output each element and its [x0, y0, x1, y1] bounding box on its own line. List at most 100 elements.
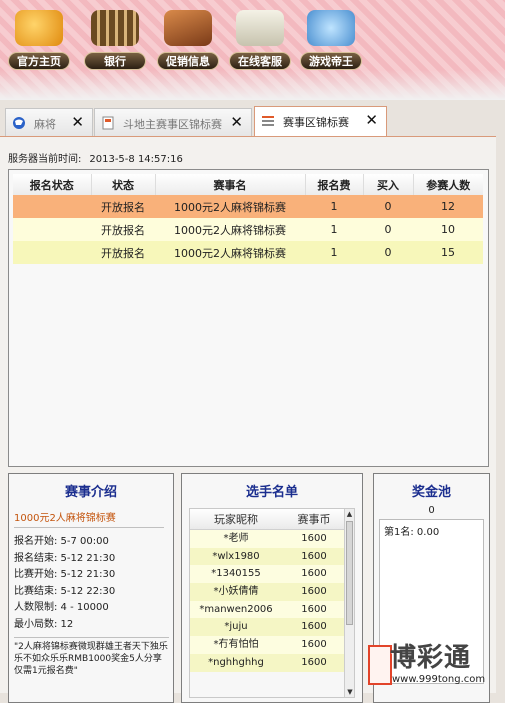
- close-icon[interactable]: ✕: [365, 111, 378, 129]
- list-item[interactable]: *老师 1600: [190, 530, 354, 548]
- tab-mahjong[interactable]: 麻将 ✕: [5, 108, 93, 136]
- server-time: 服务器当前时间: 2013-5-8 14:57:16: [8, 150, 183, 165]
- player-coins: 1600: [301, 656, 327, 668]
- intro-row: 报名开始: 5-7 00:00: [14, 536, 109, 547]
- watermark-logo: 博彩通 www.999tong.com: [368, 637, 505, 693]
- tab-label: 麻将: [34, 118, 56, 131]
- book-icon: [164, 10, 212, 46]
- nav-bank-button[interactable]: 银行: [84, 10, 146, 72]
- close-icon[interactable]: ✕: [71, 113, 84, 131]
- nav-label: 促销信息: [157, 52, 219, 70]
- scrollbar[interactable]: ▲ ▼: [344, 509, 354, 697]
- intro-event-name: 1000元2人麻将锦标赛: [14, 509, 164, 528]
- event-intro-panel: 赛事介绍 1000元2人麻将锦标赛 报名开始: 5-7 00:00 报名结束: …: [8, 473, 174, 703]
- col-header[interactable]: 买入: [363, 174, 414, 195]
- intro-title: 赛事介绍: [64, 485, 117, 500]
- close-icon[interactable]: ✕: [230, 113, 243, 131]
- col-header[interactable]: 状态: [91, 174, 156, 195]
- cell: 开放报名: [91, 195, 155, 218]
- abacus-icon: [91, 10, 139, 46]
- list-item[interactable]: *manwen2006 1600: [190, 600, 354, 619]
- cell: 0: [363, 241, 413, 264]
- player-coins: 1600: [301, 568, 327, 580]
- col-header[interactable]: 报名费: [305, 174, 364, 195]
- player-nick: *nghhghhg: [208, 656, 264, 668]
- player-nick: *manwen2006: [199, 603, 273, 615]
- nav-promo-button[interactable]: 促销信息: [157, 10, 219, 72]
- globe-icon: [13, 117, 25, 129]
- col-header[interactable]: 赛事名: [155, 174, 306, 195]
- table-row[interactable]: 开放报名 1000元2人麻将锦标赛 1 0 10: [13, 218, 483, 241]
- cell: [13, 195, 91, 218]
- cell: 0: [363, 195, 413, 218]
- server-time-label: 服务器当前时间:: [8, 154, 82, 165]
- watermark-url: www.999tong.com: [392, 674, 486, 685]
- player-coins: 1600: [301, 586, 327, 598]
- cell: 1: [305, 218, 363, 241]
- nav-label: 在线客服: [229, 52, 291, 70]
- scroll-down-icon[interactable]: ▼: [345, 687, 354, 697]
- list-item[interactable]: *juju 1600: [190, 618, 354, 637]
- intro-row: 比赛开始: 5-12 21:30: [14, 569, 116, 580]
- list-item[interactable]: *nghhghhg 1600: [190, 653, 354, 672]
- cell: 15: [413, 241, 483, 264]
- prize-title: 奖金池: [411, 485, 451, 500]
- tab-tournament[interactable]: 赛事区锦标赛 ✕: [254, 106, 387, 137]
- intro-row: 最小局数: 12: [14, 618, 74, 630]
- intro-row: 人数限制: 4 - 10000: [14, 602, 109, 613]
- list-item[interactable]: *1340155 1600: [190, 565, 354, 584]
- nav-support-button[interactable]: 在线客服: [229, 10, 291, 72]
- list-item[interactable]: *wlx1980 1600: [190, 547, 354, 566]
- players-title: 选手名单: [245, 485, 298, 500]
- nav-label: 官方主页: [8, 52, 70, 70]
- list-item[interactable]: *小妖倩倩 1600: [190, 583, 354, 601]
- event-list-panel: 报名状态 状态 赛事名 报名费 买入 参赛人数 开放报名 1000元2人麻将锦标…: [8, 169, 489, 467]
- list-icon: [262, 116, 274, 126]
- player-nick: *冇有怕怕: [213, 639, 259, 651]
- table-header-row: 报名状态 状态 赛事名 报名费 买入 参赛人数: [13, 174, 483, 195]
- cell: 0: [363, 218, 413, 241]
- content-area: 服务器当前时间: 2013-5-8 14:57:16 报名状态 状态 赛事名 报名…: [0, 136, 496, 703]
- list-item[interactable]: *冇有怕怕 1600: [190, 636, 354, 654]
- cell: 开放报名: [91, 218, 155, 241]
- nav-king-button[interactable]: 游戏帝王: [300, 10, 362, 72]
- intro-row: 比赛结束: 5-12 22:30: [14, 585, 116, 597]
- cell: 12: [413, 195, 483, 218]
- cell: 1000元2人麻将锦标赛: [155, 241, 305, 264]
- table-row[interactable]: 开放报名 1000元2人麻将锦标赛 1 0 12: [13, 195, 483, 218]
- prize-row: 第1名: 0.00: [384, 527, 440, 538]
- col-header[interactable]: 报名状态: [13, 174, 92, 195]
- player-coins: 1600: [301, 533, 327, 544]
- nav-label: 游戏帝王: [300, 52, 362, 70]
- cell: 1: [305, 241, 363, 264]
- scroll-up-icon[interactable]: ▲: [345, 509, 354, 519]
- nav-label: 银行: [84, 52, 146, 70]
- cell: 1000元2人麻将锦标赛: [155, 218, 305, 241]
- tab-landlord[interactable]: 斗地主赛事区锦标赛 ✕: [94, 108, 252, 136]
- king-icon: [307, 10, 355, 46]
- home-icon: [15, 10, 63, 46]
- col-header[interactable]: 玩家昵称: [190, 509, 282, 529]
- player-table-header: 玩家昵称 赛事币: [190, 509, 354, 530]
- tab-label: 斗地主赛事区锦标赛: [123, 118, 222, 131]
- server-time-value: 2013-5-8 14:57:16: [89, 154, 183, 165]
- col-header[interactable]: 参赛人数: [413, 174, 483, 195]
- tab-bar: 麻将 ✕ 斗地主赛事区锦标赛 ✕ 赛事区锦标赛 ✕: [5, 106, 505, 137]
- nav-home-button[interactable]: 官方主页: [8, 10, 70, 72]
- support-icon: [236, 10, 284, 46]
- scroll-thumb[interactable]: [346, 521, 353, 625]
- player-table: 玩家昵称 赛事币 *老师 1600 *wlx1980 1600 *1340155 16…: [189, 508, 355, 698]
- logo-icon: [368, 645, 392, 685]
- intro-description: "2人麻将锦标赛微现群雄王者天下独乐乐不如众乐乐RMB1000奖金5人分享仅需1…: [14, 637, 169, 677]
- table-row[interactable]: 开放报名 1000元2人麻将锦标赛 1 0 15: [13, 241, 483, 264]
- player-coins: 1600: [301, 621, 327, 633]
- player-nick: *老师: [223, 533, 249, 544]
- doc-icon: [102, 116, 114, 130]
- col-header[interactable]: 赛事币: [282, 509, 346, 529]
- player-nick: *1340155: [211, 568, 261, 580]
- cell: [13, 218, 91, 241]
- prize-count: 0: [428, 505, 435, 516]
- cell: 10: [413, 218, 483, 241]
- player-nick: *juju: [224, 621, 248, 633]
- tab-label: 赛事区锦标赛: [283, 116, 349, 129]
